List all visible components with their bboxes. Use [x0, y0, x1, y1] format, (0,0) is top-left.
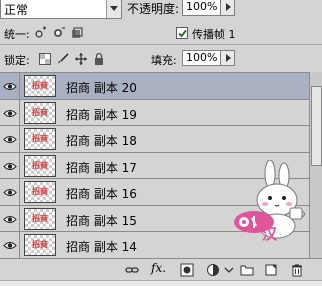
opacity-label: 不透明度: [127, 2, 180, 16]
layer-row[interactable]: 招商 招商 副本 19 [0, 99, 309, 126]
unify-row: 统一: 传播帧 1 [0, 22, 322, 44]
thumbnail-text: 招商 [32, 107, 48, 117]
layer-thumbnail[interactable]: 招商 [24, 181, 56, 203]
propagate-frame-label: 传播帧 1 [192, 28, 236, 41]
eye-icon[interactable] [0, 232, 20, 258]
thumbnail-text: 招商 [32, 81, 48, 90]
unify-style-icon[interactable] [70, 26, 84, 39]
new-group-icon[interactable] [240, 263, 254, 277]
add-mask-icon[interactable] [180, 263, 194, 277]
eye-icon[interactable] [0, 179, 20, 205]
panel-tabs-strip [0, 280, 322, 286]
propagate-frame-checkbox[interactable] [176, 27, 188, 39]
lock-label: 锁定: [4, 54, 30, 67]
lock-transparency-icon[interactable] [39, 53, 51, 65]
layers-bottom-toolbar: fx. [0, 258, 322, 280]
layer-thumbnail[interactable]: 招商 [24, 128, 56, 150]
layer-thumbnail[interactable]: 招商 [24, 101, 56, 124]
thumbnail-text: 招商 [32, 240, 48, 249]
lock-move-icon[interactable] [75, 53, 87, 65]
fill-label: 填充: [151, 54, 177, 67]
chevron-down-icon[interactable] [106, 0, 121, 18]
blend-mode-value: 正常 [4, 3, 29, 17]
layer-name[interactable]: 招商 副本 17 [66, 159, 137, 176]
eye-icon[interactable] [0, 73, 20, 99]
divider [0, 44, 322, 45]
scrollbar-thumb[interactable] [311, 86, 322, 166]
layer-style-button[interactable]: fx. [151, 261, 166, 275]
sticker-label: 汉 [262, 225, 278, 243]
lock-fill-row: 锁定: 填充: 100% [0, 46, 322, 70]
eye-icon[interactable] [0, 99, 20, 126]
blend-opacity-row: 正常 不透明度: 100% [0, 0, 322, 22]
layer-thumbnail[interactable]: 招商 [24, 75, 56, 97]
eye-icon[interactable] [0, 152, 20, 179]
layer-name[interactable]: 招商 副本 20 [66, 79, 137, 96]
lock-brush-icon[interactable] [57, 53, 69, 65]
thumbnail-text: 招商 [32, 134, 48, 143]
layer-name[interactable]: 招商 副本 18 [66, 132, 137, 149]
eye-icon[interactable] [0, 126, 20, 152]
adjustment-layer-icon[interactable] [206, 263, 220, 277]
layer-name[interactable]: 招商 副本 15 [66, 212, 137, 229]
unify-label: 统一: [4, 28, 30, 41]
thumbnail-text: 招商 [32, 213, 48, 223]
bunny-sticker: 汉 [232, 159, 314, 250]
link-layers-icon[interactable] [125, 263, 139, 277]
layer-row[interactable]: 招商 招商 副本 18 [0, 126, 309, 153]
new-layer-icon[interactable] [264, 263, 278, 277]
delete-layer-icon[interactable] [290, 263, 304, 277]
layer-thumbnail[interactable]: 招商 [24, 207, 56, 230]
thumbnail-text: 招商 [32, 187, 48, 196]
opacity-slider-arrow-icon[interactable] [220, 0, 235, 16]
thumbnail-text: 招商 [32, 160, 48, 170]
layer-name[interactable]: 招商 副本 16 [66, 185, 137, 202]
layer-thumbnail[interactable]: 招商 [24, 154, 56, 177]
lock-all-icon[interactable] [93, 52, 105, 65]
unify-visibility-icon[interactable] [52, 26, 66, 39]
unify-position-icon[interactable] [34, 26, 48, 39]
blend-mode-select[interactable]: 正常 [0, 0, 122, 19]
layer-thumbnail[interactable]: 招商 [24, 234, 56, 256]
layer-name[interactable]: 招商 副本 19 [66, 106, 137, 123]
layer-name[interactable]: 招商 副本 14 [66, 238, 137, 255]
layer-row[interactable]: 招商 招商 副本 20 [0, 73, 309, 100]
eye-icon[interactable] [0, 205, 20, 232]
fill-slider-arrow-icon[interactable] [220, 50, 235, 66]
chevron-down-icon[interactable] [222, 263, 236, 277]
